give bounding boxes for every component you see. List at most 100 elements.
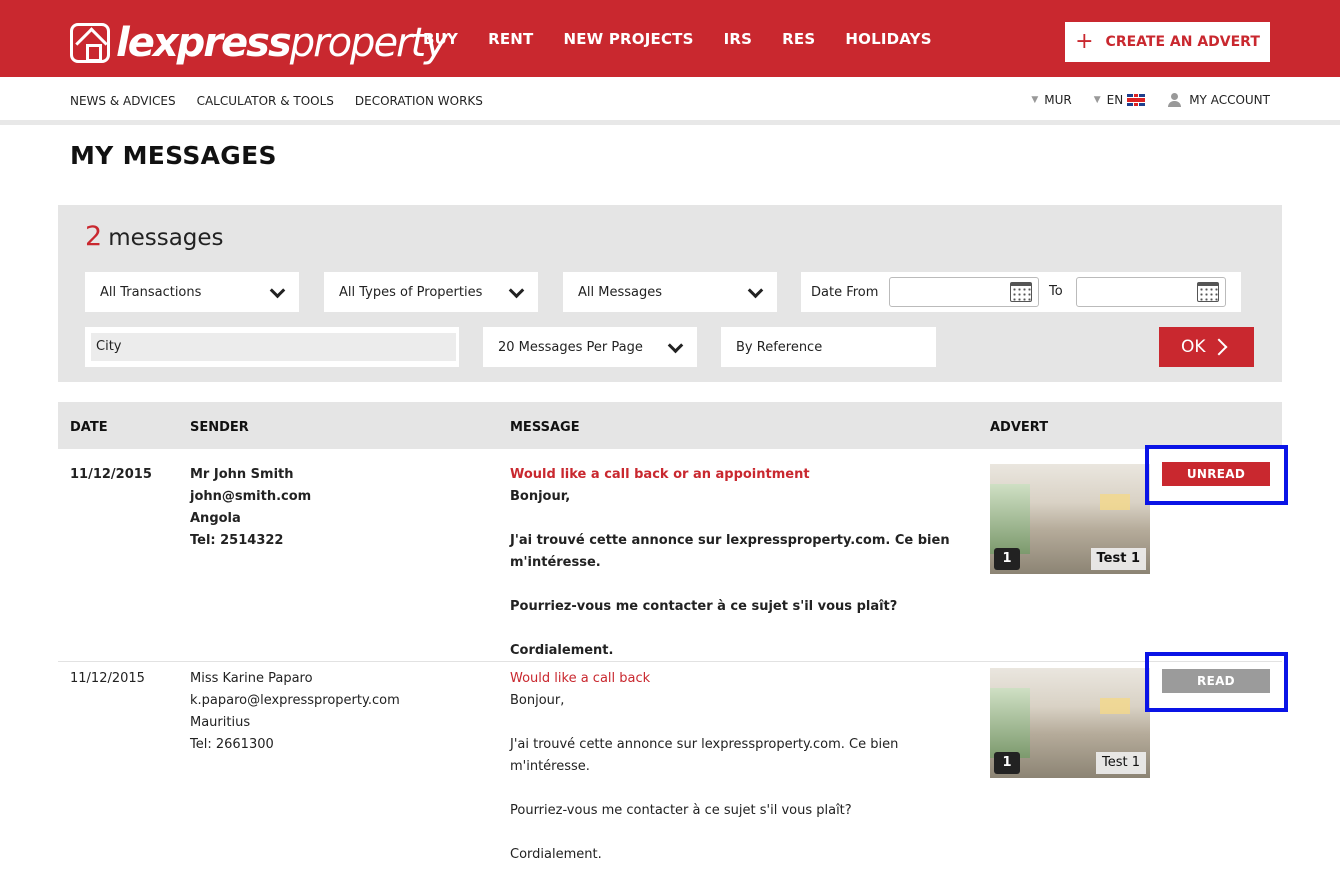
status-badge-read[interactable]: READ	[1162, 669, 1270, 693]
sender-tel: Tel: 2514322	[190, 533, 284, 548]
nav-rent[interactable]: RENT	[488, 30, 533, 48]
logo-wordmark: lexpressproperty	[116, 20, 448, 66]
my-account-label: MY ACCOUNT	[1189, 93, 1270, 107]
site-logo[interactable]: lexpressproperty	[70, 17, 448, 69]
chevron-down-icon	[667, 337, 684, 354]
subnav-decoration-works[interactable]: DECORATION WORKS	[355, 94, 483, 108]
status-highlight: UNREAD	[1145, 445, 1288, 505]
message-greeting: Bonjour,	[510, 489, 571, 504]
message-closing: Cordialement.	[510, 643, 614, 658]
advert-photo-lamp	[1100, 698, 1130, 714]
message-body-line: Pourriez-vous me contacter à ce sujet s'…	[510, 803, 852, 818]
message-body-line: J'ai trouvé cette annonce sur lexpresspr…	[510, 737, 899, 774]
ok-button-label: OK	[1181, 337, 1206, 357]
message-greeting: Bonjour,	[510, 693, 565, 708]
sender-email[interactable]: john@smith.com	[190, 486, 311, 508]
my-account-link[interactable]: MY ACCOUNT	[1167, 93, 1270, 107]
advert-photo-window	[990, 688, 1030, 758]
language-label: EN	[1106, 93, 1124, 107]
advert-thumbnail[interactable]: 1 Test 1	[990, 668, 1150, 778]
advert-title-tag: Test 1	[1090, 548, 1146, 570]
message-count-label: messages	[108, 225, 224, 251]
plus-icon: +	[1075, 29, 1094, 54]
caret-down-icon: ▼	[1093, 95, 1101, 105]
transactions-select[interactable]: All Transactions	[85, 272, 299, 312]
nav-holidays[interactable]: HOLIDAYS	[845, 30, 931, 48]
date-from-label: Date From	[811, 284, 879, 300]
message-closing: Cordialement.	[510, 847, 602, 862]
main-nav: BUY RENT NEW PROJECTS IRS RES HOLIDAYS	[423, 30, 962, 48]
per-page-select[interactable]: 20 Messages Per Page	[483, 327, 697, 367]
date-to-label: To	[1049, 284, 1063, 299]
photo-count-badge: 1	[994, 548, 1020, 570]
row-sender: Mr John Smith john@smith.com Angola Tel:…	[190, 464, 311, 552]
per-page-select-value: 20 Messages Per Page	[498, 339, 643, 355]
property-types-select-value: All Types of Properties	[339, 284, 483, 300]
ok-button[interactable]: OK	[1159, 327, 1254, 367]
nav-buy[interactable]: BUY	[423, 30, 458, 48]
advert-title-tag: Test 1	[1095, 752, 1146, 774]
table-row[interactable]: 11/12/2015 Mr John Smith john@smith.com …	[58, 464, 1282, 662]
caret-down-icon: ▼	[1031, 95, 1039, 105]
sender-email[interactable]: k.paparo@lexpressproperty.com	[190, 690, 400, 712]
row-message[interactable]: Would like a call back Bonjour, J'ai tro…	[510, 668, 980, 866]
date-to-input[interactable]	[1076, 277, 1226, 307]
message-body-line: Pourriez-vous me contacter à ce sujet s'…	[510, 599, 898, 614]
header-date: DATE	[70, 420, 108, 435]
messages-select-value: All Messages	[578, 284, 662, 300]
status-badge-unread[interactable]: UNREAD	[1162, 462, 1270, 486]
table-row[interactable]: 11/12/2015 Miss Karine Paparo k.paparo@l…	[58, 668, 1282, 862]
row-date: 11/12/2015	[70, 671, 145, 686]
messages-select[interactable]: All Messages	[563, 272, 777, 312]
city-input[interactable]: City	[91, 333, 456, 361]
advert-photo-window	[990, 484, 1030, 554]
create-advert-button[interactable]: + CREATE AN ADVERT	[1065, 22, 1270, 62]
chevron-down-icon	[508, 282, 525, 299]
subnav-news-advices[interactable]: NEWS & ADVICES	[70, 94, 176, 108]
nav-res[interactable]: RES	[782, 30, 815, 48]
date-range: Date From To	[801, 272, 1241, 312]
header-sender: SENDER	[190, 420, 249, 435]
sender-name: Miss Karine Paparo	[190, 671, 313, 686]
currency-label: MUR	[1044, 93, 1072, 107]
site-header: lexpressproperty BUY RENT NEW PROJECTS I…	[0, 0, 1340, 77]
advert-photo-lamp	[1100, 494, 1130, 510]
sender-country: Angola	[190, 511, 241, 526]
uk-flag-icon	[1127, 94, 1146, 106]
calendar-icon[interactable]	[1197, 282, 1219, 302]
create-advert-label: CREATE AN ADVERT	[1105, 34, 1260, 50]
message-subject[interactable]: Would like a call back	[510, 668, 980, 690]
row-date: 11/12/2015	[70, 467, 152, 482]
city-field: City	[85, 327, 459, 367]
status-highlight: READ	[1145, 652, 1288, 712]
reference-input[interactable]: By Reference	[721, 327, 936, 367]
currency-selector[interactable]: ▼ MUR	[1031, 93, 1071, 107]
sender-tel: Tel: 2661300	[190, 737, 274, 752]
message-subject[interactable]: Would like a call back or an appointment	[510, 464, 980, 486]
photo-count-badge: 1	[994, 752, 1020, 774]
subnav-calculator-tools[interactable]: CALCULATOR & TOOLS	[197, 94, 334, 108]
row-message[interactable]: Would like a call back or an appointment…	[510, 464, 980, 662]
page-title: MY MESSAGES	[70, 141, 277, 170]
message-count-number: 2	[85, 221, 103, 252]
row-sender: Miss Karine Paparo k.paparo@lexpressprop…	[190, 668, 400, 756]
sub-nav: NEWS & ADVICES CALCULATOR & TOOLS DECORA…	[0, 77, 1340, 125]
chevron-down-icon	[269, 282, 286, 299]
advert-thumbnail[interactable]: 1 Test 1	[990, 464, 1150, 574]
user-icon	[1167, 93, 1182, 107]
messages-table-header: DATE SENDER MESSAGE ADVERT	[58, 402, 1282, 449]
sender-country: Mauritius	[190, 715, 251, 730]
sender-name: Mr John Smith	[190, 467, 294, 482]
nav-irs[interactable]: IRS	[724, 30, 753, 48]
chevron-down-icon	[747, 282, 764, 299]
message-body-line: J'ai trouvé cette annonce sur lexpresspr…	[510, 533, 950, 570]
nav-new-projects[interactable]: NEW PROJECTS	[563, 30, 693, 48]
filter-panel: 2 messages All Transactions All Types of …	[58, 205, 1282, 382]
header-message: MESSAGE	[510, 420, 580, 435]
calendar-icon[interactable]	[1010, 282, 1032, 302]
message-count: 2 messages	[85, 221, 224, 252]
date-from-input[interactable]	[889, 277, 1039, 307]
chevron-right-icon	[1210, 338, 1228, 356]
language-selector[interactable]: ▼ EN	[1093, 93, 1146, 107]
property-types-select[interactable]: All Types of Properties	[324, 272, 538, 312]
